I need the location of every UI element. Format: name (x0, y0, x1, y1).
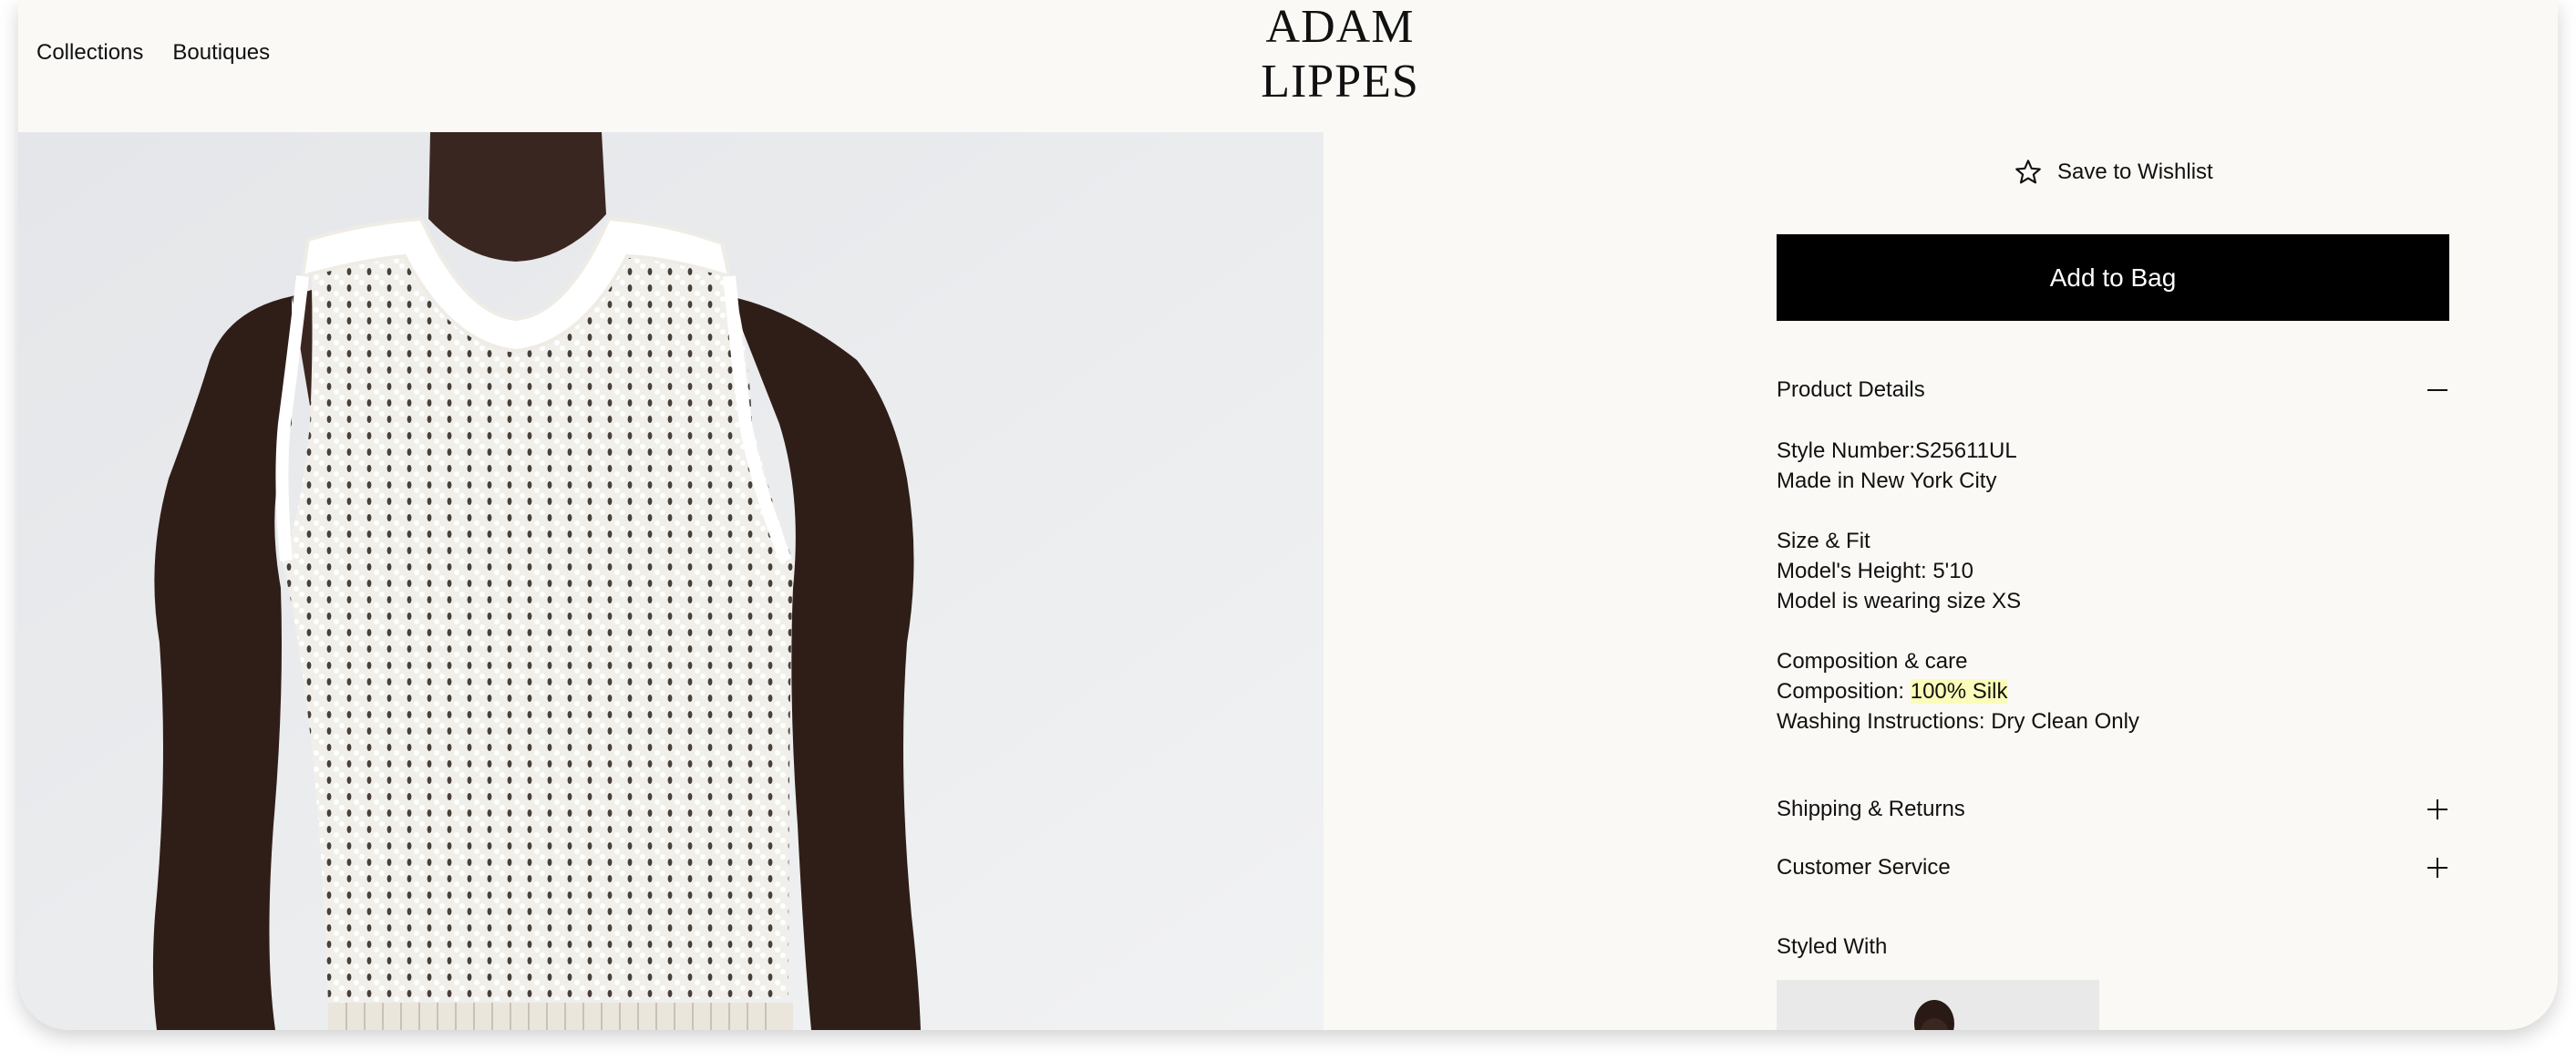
composition-value: 100% Silk (1910, 679, 2008, 704)
brand-logo-line-2: LIPPES (1261, 56, 1419, 108)
brand-logo-line-1: ADAM (1265, 1, 1415, 53)
site-header: Collections Boutiques ADAM LIPPES (18, 0, 2558, 132)
brand-logo[interactable]: ADAM LIPPES (1203, 0, 1477, 109)
made-in: Made in New York City (1777, 469, 1997, 493)
size-fit-heading: Size & Fit (1777, 529, 1870, 553)
accordion-customer-service[interactable]: Customer Service (1777, 850, 2449, 886)
add-to-bag-button[interactable]: Add to Bag (1777, 234, 2449, 321)
washing-instructions: Washing Instructions: Dry Clean Only (1777, 709, 2139, 734)
plus-icon[interactable] (2426, 798, 2449, 821)
nav-collections-link[interactable]: Collections (36, 40, 143, 66)
composition-label: Composition: (1777, 679, 1911, 704)
shipping-returns-title: Shipping & Returns (1777, 797, 1965, 821)
styled-with-heading: Styled With (1777, 934, 1888, 959)
accordion-product-details[interactable]: Product Details (1777, 372, 2449, 408)
product-photo-knit-tank (18, 132, 1324, 1030)
browser-window: Collections Boutiques ADAM LIPPES Save t… (18, 0, 2558, 1030)
product-image[interactable] (18, 132, 1324, 1030)
wishlist-label: Save to Wishlist (2057, 160, 2213, 184)
product-details-content: Style Number:S25611UL Made in New York C… (1777, 436, 2139, 737)
styled-with-thumbnail[interactable] (1777, 980, 2099, 1030)
style-number: Style Number:S25611UL (1777, 438, 2017, 463)
styled-with-photo (1777, 980, 2099, 1030)
accordion-shipping-returns[interactable]: Shipping & Returns (1777, 791, 2449, 828)
minus-icon[interactable] (2426, 378, 2449, 402)
customer-service-title: Customer Service (1777, 855, 1951, 880)
model-height: Model's Height: 5'10 (1777, 559, 1973, 583)
plus-icon[interactable] (2426, 856, 2449, 880)
model-size: Model is wearing size XS (1777, 589, 2022, 613)
nav-boutiques-link[interactable]: Boutiques (172, 40, 270, 66)
main-nav: Collections Boutiques (36, 40, 270, 66)
composition-heading: Composition & care (1777, 649, 1968, 674)
product-details-title: Product Details (1777, 377, 1925, 402)
composition-line: Composition: 100% Silk (1777, 676, 2139, 706)
star-icon (2015, 160, 2041, 184)
save-to-wishlist-button[interactable]: Save to Wishlist (2014, 158, 2213, 187)
